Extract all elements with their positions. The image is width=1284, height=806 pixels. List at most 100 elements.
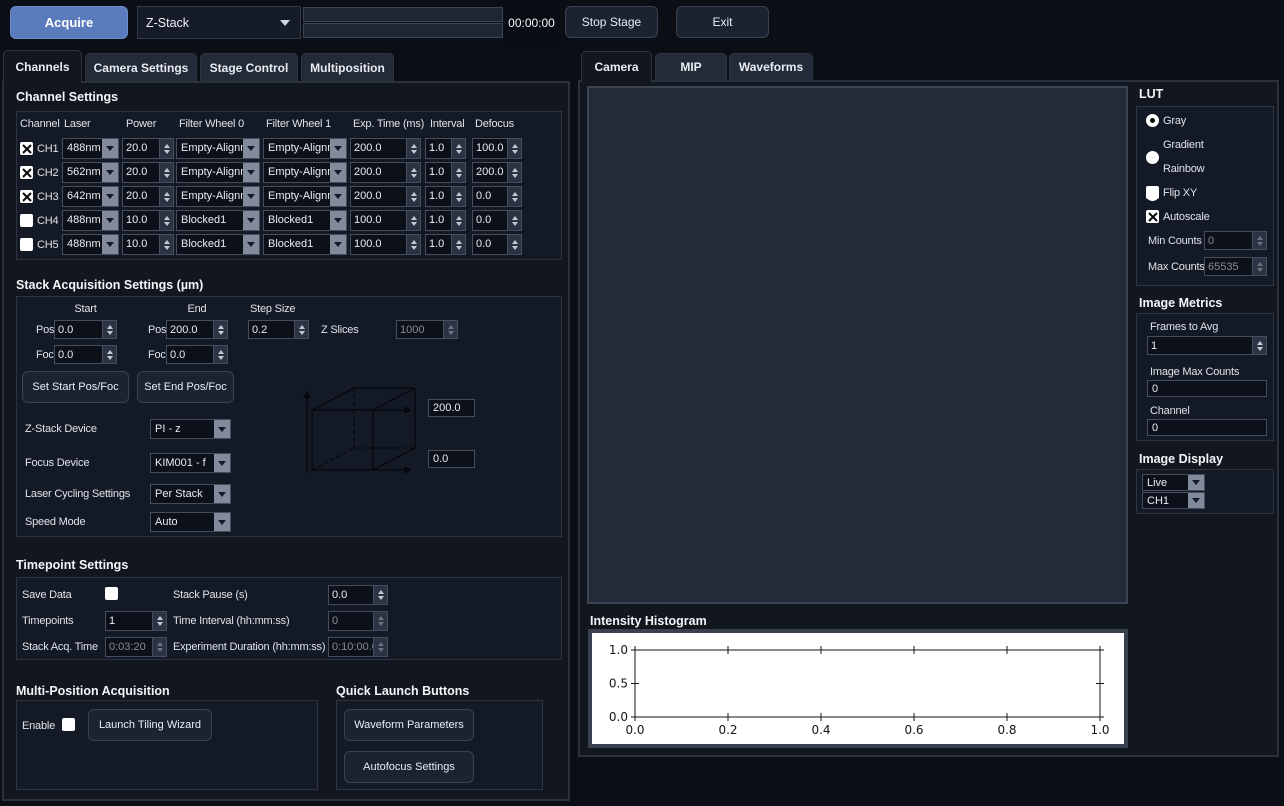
flip-xy-checkbox[interactable]	[1146, 186, 1159, 199]
spinner-arrows-icon[interactable]	[507, 163, 521, 182]
exposure-spinbox[interactable]: 200.0	[350, 138, 421, 159]
channel-enable-checkbox[interactable]	[20, 190, 33, 203]
spinner-arrows-icon[interactable]	[406, 211, 420, 230]
laser-select[interactable]: 488nm	[62, 138, 119, 159]
dropdown-arrow-icon[interactable]	[214, 513, 230, 531]
spinner-arrows-icon[interactable]	[294, 321, 308, 338]
autofocus-settings-button[interactable]: Autofocus Settings	[344, 751, 474, 783]
dropdown-arrow-icon[interactable]	[102, 163, 118, 182]
set-start-pos-foc-button[interactable]: Set Start Pos/Foc	[22, 371, 129, 403]
spinner-arrows-icon[interactable]	[451, 235, 465, 254]
launch-tiling-wizard-button[interactable]: Launch Tiling Wizard	[88, 709, 212, 741]
dropdown-arrow-icon[interactable]	[243, 211, 259, 230]
exposure-spinbox[interactable]: 100.0	[350, 234, 421, 255]
dropdown-arrow-icon[interactable]	[243, 187, 259, 206]
spinner-arrows-icon[interactable]	[1252, 337, 1266, 354]
spinner-arrows-icon[interactable]	[213, 346, 227, 363]
spinner-arrows-icon[interactable]	[159, 187, 173, 206]
exposure-spinbox[interactable]: 200.0	[350, 162, 421, 183]
filter-wheel-0-select[interactable]: Empty-Alignme	[176, 162, 260, 183]
spinner-arrows-icon[interactable]	[406, 235, 420, 254]
stop-stage-button[interactable]: Stop Stage	[565, 6, 658, 38]
dropdown-arrow-icon[interactable]	[330, 211, 346, 230]
spinner-arrows-icon[interactable]	[451, 163, 465, 182]
channel-enable-checkbox[interactable]	[20, 214, 33, 227]
spinner-arrows-icon[interactable]	[159, 139, 173, 158]
spinner-arrows-icon[interactable]	[159, 163, 173, 182]
display-mode-select[interactable]: Live	[1142, 474, 1205, 491]
filter-wheel-0-select[interactable]: Empty-Alignme	[176, 186, 260, 207]
spinner-arrows-icon[interactable]	[507, 139, 521, 158]
power-spinbox[interactable]: 10.0	[122, 234, 174, 255]
interval-spinbox[interactable]: 1.0	[425, 186, 466, 207]
tab-stage-control[interactable]: Stage Control	[200, 53, 298, 81]
dropdown-arrow-icon[interactable]	[102, 139, 118, 158]
spinner-arrows-icon[interactable]	[159, 235, 173, 254]
spinner-arrows-icon[interactable]	[152, 612, 166, 630]
spinner-arrows-icon[interactable]	[451, 139, 465, 158]
exposure-spinbox[interactable]: 100.0	[350, 210, 421, 231]
spinner-arrows-icon[interactable]	[507, 211, 521, 230]
dropdown-arrow-icon[interactable]	[243, 139, 259, 158]
zstack-device-select[interactable]: PI - z	[150, 419, 231, 439]
power-spinbox[interactable]: 20.0	[122, 162, 174, 183]
multiposition-enable-checkbox[interactable]	[62, 718, 75, 731]
laser-cycling-select[interactable]: Per Stack	[150, 484, 231, 504]
filter-wheel-0-select[interactable]: Blocked1	[176, 234, 260, 255]
dropdown-arrow-icon[interactable]	[102, 235, 118, 254]
acquire-button[interactable]: Acquire	[10, 6, 128, 39]
spinner-arrows-icon[interactable]	[406, 163, 420, 182]
spinner-arrows-icon[interactable]	[507, 235, 521, 254]
stack-pause-spinbox[interactable]: 0.0	[328, 585, 388, 605]
tab-mip-view[interactable]: MIP	[655, 53, 727, 80]
laser-select[interactable]: 562nm	[62, 162, 119, 183]
speed-mode-select[interactable]: Auto	[150, 512, 231, 532]
filter-wheel-1-select[interactable]: Empty-Alignme	[263, 162, 347, 183]
acquisition-mode-select[interactable]: Z-Stack	[137, 6, 301, 39]
filter-wheel-1-select[interactable]: Blocked1	[263, 234, 347, 255]
dropdown-arrow-icon[interactable]	[214, 454, 230, 472]
waveform-parameters-button[interactable]: Waveform Parameters	[344, 709, 474, 741]
filter-wheel-1-select[interactable]: Blocked1	[263, 210, 347, 231]
spinner-arrows-icon[interactable]	[102, 346, 116, 363]
dropdown-arrow-icon[interactable]	[330, 187, 346, 206]
lut-gray-radio[interactable]	[1146, 114, 1159, 127]
dropdown-arrow-icon[interactable]	[1188, 493, 1204, 508]
interval-spinbox[interactable]: 1.0	[425, 162, 466, 183]
tab-multiposition[interactable]: Multiposition	[301, 53, 394, 81]
step-size-spinbox[interactable]: 0.2	[248, 320, 309, 339]
laser-select[interactable]: 488nm	[62, 234, 119, 255]
dropdown-arrow-icon[interactable]	[243, 235, 259, 254]
spinner-arrows-icon[interactable]	[451, 187, 465, 206]
spinner-arrows-icon[interactable]	[406, 139, 420, 158]
channel-enable-checkbox[interactable]	[20, 142, 33, 155]
filter-wheel-1-select[interactable]: Empty-Alignme	[263, 186, 347, 207]
autoscale-checkbox[interactable]	[1146, 210, 1159, 223]
laser-select[interactable]: 642nm	[62, 186, 119, 207]
lut-gradient-radio[interactable]	[1146, 151, 1159, 164]
power-spinbox[interactable]: 20.0	[122, 138, 174, 159]
defocus-spinbox[interactable]: 0.0	[472, 186, 522, 207]
set-end-pos-foc-button[interactable]: Set End Pos/Foc	[137, 371, 234, 403]
defocus-spinbox[interactable]: 0.0	[472, 210, 522, 231]
spinner-arrows-icon[interactable]	[451, 211, 465, 230]
defocus-spinbox[interactable]: 0.0	[472, 234, 522, 255]
defocus-spinbox[interactable]: 200.0	[472, 162, 522, 183]
dropdown-arrow-icon[interactable]	[1188, 475, 1204, 490]
filter-wheel-1-select[interactable]: Empty-Alignme	[263, 138, 347, 159]
power-spinbox[interactable]: 10.0	[122, 210, 174, 231]
end-pos-spinbox[interactable]: 200.0	[166, 320, 228, 339]
dropdown-arrow-icon[interactable]	[243, 163, 259, 182]
start-pos-spinbox[interactable]: 0.0	[54, 320, 117, 339]
filter-wheel-0-select[interactable]: Blocked1	[176, 210, 260, 231]
spinner-arrows-icon[interactable]	[102, 321, 116, 338]
tab-waveforms-view[interactable]: Waveforms	[729, 53, 813, 80]
spinner-arrows-icon[interactable]	[159, 211, 173, 230]
defocus-spinbox[interactable]: 100.0	[472, 138, 522, 159]
focus-device-select[interactable]: KIM001 - f	[150, 453, 231, 473]
frames-to-avg-spinbox[interactable]: 1	[1147, 336, 1267, 355]
filter-wheel-0-select[interactable]: Empty-Alignme	[176, 138, 260, 159]
dropdown-arrow-icon[interactable]	[102, 211, 118, 230]
dropdown-arrow-icon[interactable]	[214, 420, 230, 438]
tab-camera-view[interactable]: Camera	[581, 51, 652, 82]
